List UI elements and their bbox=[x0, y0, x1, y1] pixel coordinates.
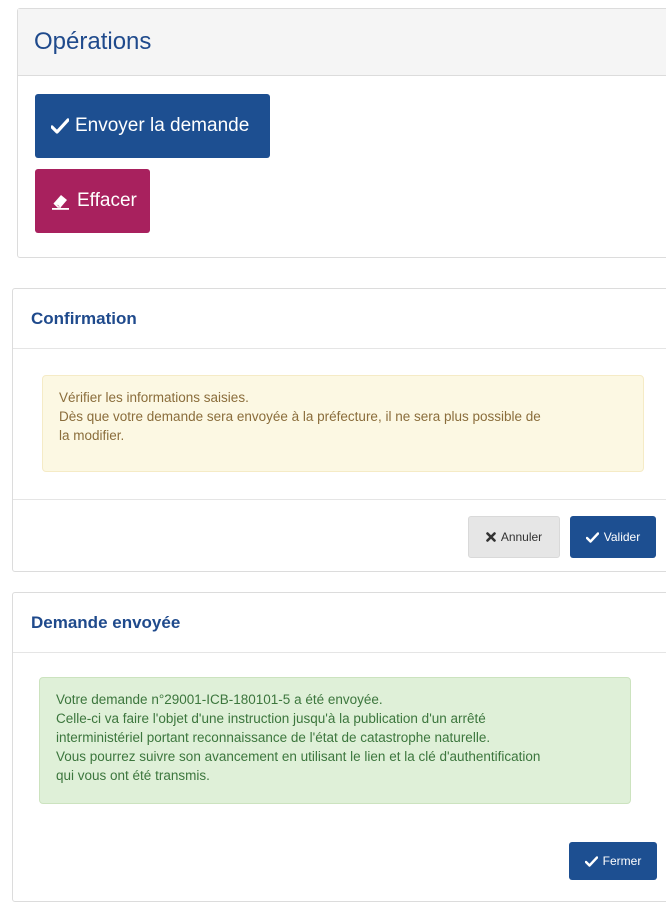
send-request-button[interactable]: Envoyer la demande bbox=[35, 94, 270, 158]
success-line: Vous pourrez suivre son avancement en ut… bbox=[56, 749, 541, 764]
warning-line: Vérifier les informations saisies. bbox=[59, 390, 249, 405]
check-icon bbox=[51, 118, 69, 134]
cancel-button[interactable]: Annuler bbox=[468, 516, 560, 558]
check-icon bbox=[585, 531, 599, 543]
request-sent-title: Demande envoyée bbox=[13, 593, 666, 653]
eraser-icon bbox=[51, 192, 71, 210]
warning-line: Dès que votre demande sera envoyée à la … bbox=[59, 409, 541, 424]
request-sent-body: Votre demande n°29001-ICB-180101-5 a été… bbox=[13, 653, 666, 833]
warning-alert: Vérifier les informations saisies. Dès q… bbox=[42, 375, 644, 472]
success-line: Votre demande n°29001-ICB-180101-5 a été… bbox=[56, 692, 383, 707]
cancel-label: Annuler bbox=[500, 530, 543, 544]
validate-label: Valider bbox=[603, 530, 641, 544]
operations-title: Opérations bbox=[18, 9, 666, 76]
request-sent-dialog: Demande envoyée Votre demande n°29001-IC… bbox=[12, 592, 666, 902]
success-line: qui vous ont été transmis. bbox=[56, 768, 210, 783]
times-icon bbox=[486, 532, 496, 542]
close-button[interactable]: Fermer bbox=[569, 842, 657, 880]
operations-panel: Opérations Envoyer la demande Effacer bbox=[17, 8, 666, 258]
clear-label: Effacer bbox=[77, 190, 137, 211]
success-alert: Votre demande n°29001-ICB-180101-5 a été… bbox=[39, 677, 631, 804]
warning-line: la modifier. bbox=[59, 428, 125, 443]
confirmation-body: Vérifier les informations saisies. Dès q… bbox=[13, 349, 666, 500]
close-label: Fermer bbox=[602, 854, 642, 868]
success-line: interministériel portant reconnaissance … bbox=[56, 730, 491, 745]
send-request-label: Envoyer la demande bbox=[75, 115, 250, 136]
clear-button[interactable]: Effacer bbox=[35, 169, 150, 233]
success-line: Celle-ci va faire l'objet d'une instruct… bbox=[56, 711, 486, 726]
check-icon bbox=[584, 855, 598, 867]
confirmation-dialog: Confirmation Vérifier les informations s… bbox=[12, 288, 666, 572]
validate-button[interactable]: Valider bbox=[570, 516, 656, 558]
confirmation-title: Confirmation bbox=[13, 289, 666, 349]
